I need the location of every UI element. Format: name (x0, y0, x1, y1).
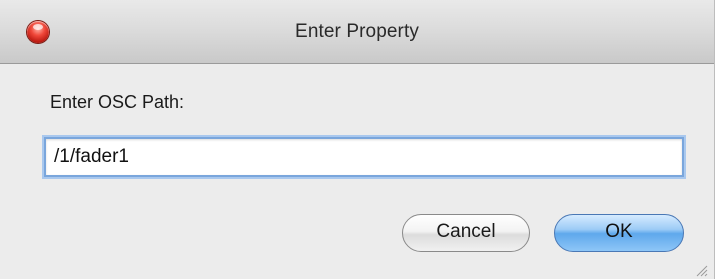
osc-path-input[interactable] (44, 137, 684, 177)
resize-grip-icon[interactable] (694, 263, 708, 277)
cancel-button[interactable]: Cancel (402, 214, 530, 252)
ok-button[interactable]: OK (554, 214, 684, 252)
osc-path-label: Enter OSC Path: (50, 92, 185, 112)
dialog-window: Enter Property Enter OSC Path: Cancel OK (0, 0, 715, 279)
window-title: Enter Property (295, 21, 419, 42)
title-bar[interactable]: Enter Property (0, 0, 714, 64)
